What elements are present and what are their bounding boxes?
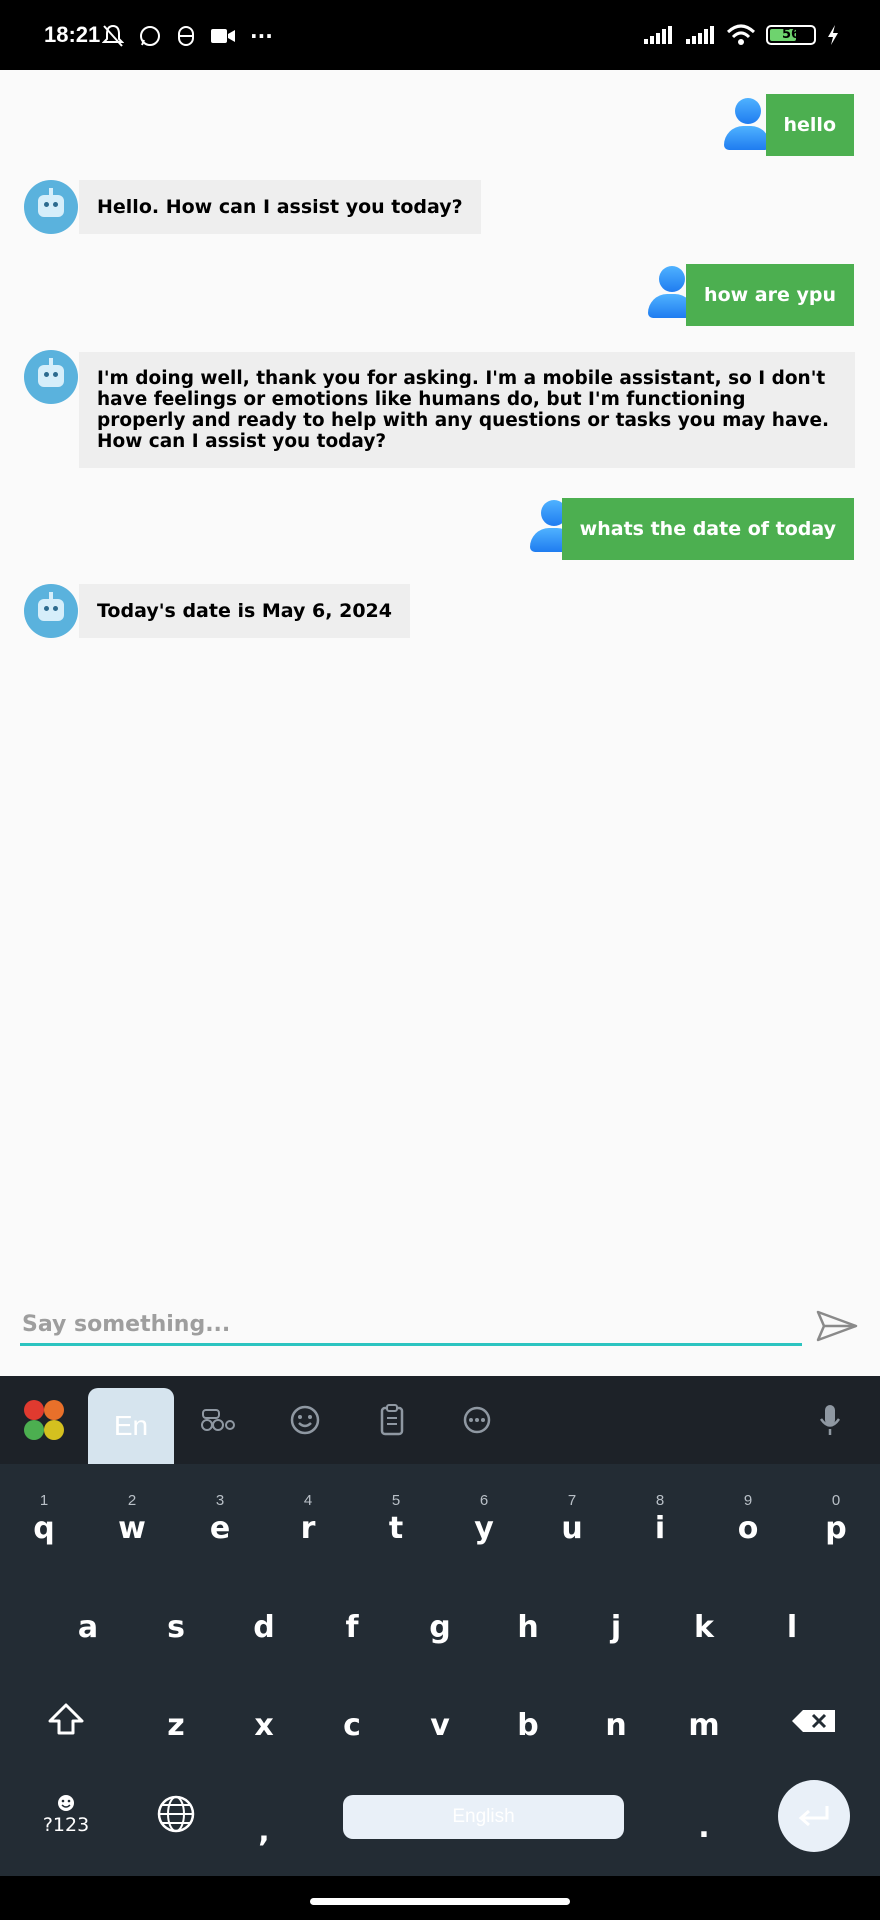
signal-icon: [644, 26, 672, 44]
key-x[interactable]: x: [224, 1708, 304, 1743]
apps-icon[interactable]: [18, 1376, 70, 1464]
emoji-icon[interactable]: [286, 1376, 324, 1464]
battery-level: 56: [781, 27, 801, 42]
bot-message: Hello. How can I assist you today?: [79, 180, 481, 234]
user-avatar: [724, 98, 770, 154]
key-z[interactable]: z: [136, 1708, 216, 1743]
bot-avatar: [24, 180, 78, 234]
clipboard-icon[interactable]: [376, 1376, 408, 1464]
user-message: how are ypu: [686, 264, 854, 326]
key-m[interactable]: m: [664, 1708, 744, 1743]
bot-avatar: [24, 584, 78, 638]
system-icons: 56: [642, 24, 840, 46]
tab-language[interactable]: En: [88, 1388, 174, 1464]
key-h[interactable]: h: [488, 1610, 568, 1645]
key-j[interactable]: j: [576, 1610, 656, 1645]
key-c[interactable]: c: [312, 1708, 392, 1743]
chat-area[interactable]: hello Hello. How can I assist you today?…: [0, 70, 880, 1306]
key-k[interactable]: k: [664, 1610, 744, 1645]
send-icon[interactable]: [814, 1306, 860, 1346]
keyboard: 1q 2w 3e 4r 5t 6y 7u 8i 9o 0p a s d f g …: [0, 1464, 880, 1876]
key-o[interactable]: 9o: [708, 1492, 788, 1546]
backspace-icon[interactable]: [774, 1706, 854, 1741]
keyboard-toolbar: En: [0, 1376, 880, 1464]
navigation-bar: [0, 1876, 880, 1920]
globe-icon[interactable]: [136, 1794, 216, 1842]
key-period[interactable]: .: [664, 1810, 744, 1845]
key-b[interactable]: b: [488, 1708, 568, 1743]
key-v[interactable]: v: [400, 1708, 480, 1743]
overflow-indicator: ···: [250, 24, 273, 48]
key-e[interactable]: 3e: [180, 1492, 260, 1546]
user-message: hello: [765, 94, 854, 156]
key-r[interactable]: 4r: [268, 1492, 348, 1546]
space-key[interactable]: English: [343, 1795, 624, 1839]
mic-icon[interactable]: [816, 1376, 844, 1464]
wifi-icon: [726, 24, 756, 45]
key-i[interactable]: 8i: [620, 1492, 700, 1546]
whatsapp-icon: [140, 26, 160, 46]
shift-icon[interactable]: [26, 1702, 106, 1744]
key-u[interactable]: 7u: [532, 1492, 612, 1546]
key-comma[interactable]: ,: [224, 1814, 304, 1849]
key-s[interactable]: s: [136, 1610, 216, 1645]
key-t[interactable]: 5t: [356, 1492, 436, 1546]
home-handle[interactable]: [310, 1898, 570, 1905]
key-g[interactable]: g: [400, 1610, 480, 1645]
battery-icon: 56: [766, 25, 816, 45]
status-bar: 18:21 ··· 56: [0, 0, 880, 70]
bell-off-icon: [102, 24, 124, 47]
bot-message: Today's date is May 6, 2024: [79, 584, 410, 638]
user-message: whats the date of today: [561, 498, 854, 560]
key-n[interactable]: n: [576, 1708, 656, 1743]
key-y[interactable]: 6y: [444, 1492, 524, 1546]
bot-message: I'm doing well, thank you for asking. I'…: [79, 352, 855, 468]
key-d[interactable]: d: [224, 1610, 304, 1645]
enter-icon[interactable]: [778, 1780, 850, 1852]
key-l[interactable]: l: [752, 1610, 832, 1645]
incognito-icon[interactable]: [196, 1376, 240, 1464]
key-p[interactable]: 0p: [796, 1492, 876, 1546]
key-q[interactable]: 1q: [4, 1492, 84, 1546]
notification-icons: ···: [102, 24, 273, 48]
charging-icon: [828, 25, 838, 45]
status-time: 18:21: [44, 22, 101, 47]
key-f[interactable]: f: [312, 1610, 392, 1645]
more-icon[interactable]: [460, 1376, 494, 1464]
bot-avatar: [24, 350, 78, 404]
key-a[interactable]: a: [48, 1610, 128, 1645]
message-input-row: [0, 1306, 880, 1376]
app-icon: [178, 26, 194, 46]
key-w[interactable]: 2w: [92, 1492, 172, 1546]
symbols-key[interactable]: ?123: [26, 1794, 106, 1836]
signal-icon-2: [686, 26, 714, 44]
video-icon: [211, 29, 235, 43]
emoji-small-icon: [58, 1795, 74, 1811]
message-input[interactable]: [20, 1306, 802, 1346]
